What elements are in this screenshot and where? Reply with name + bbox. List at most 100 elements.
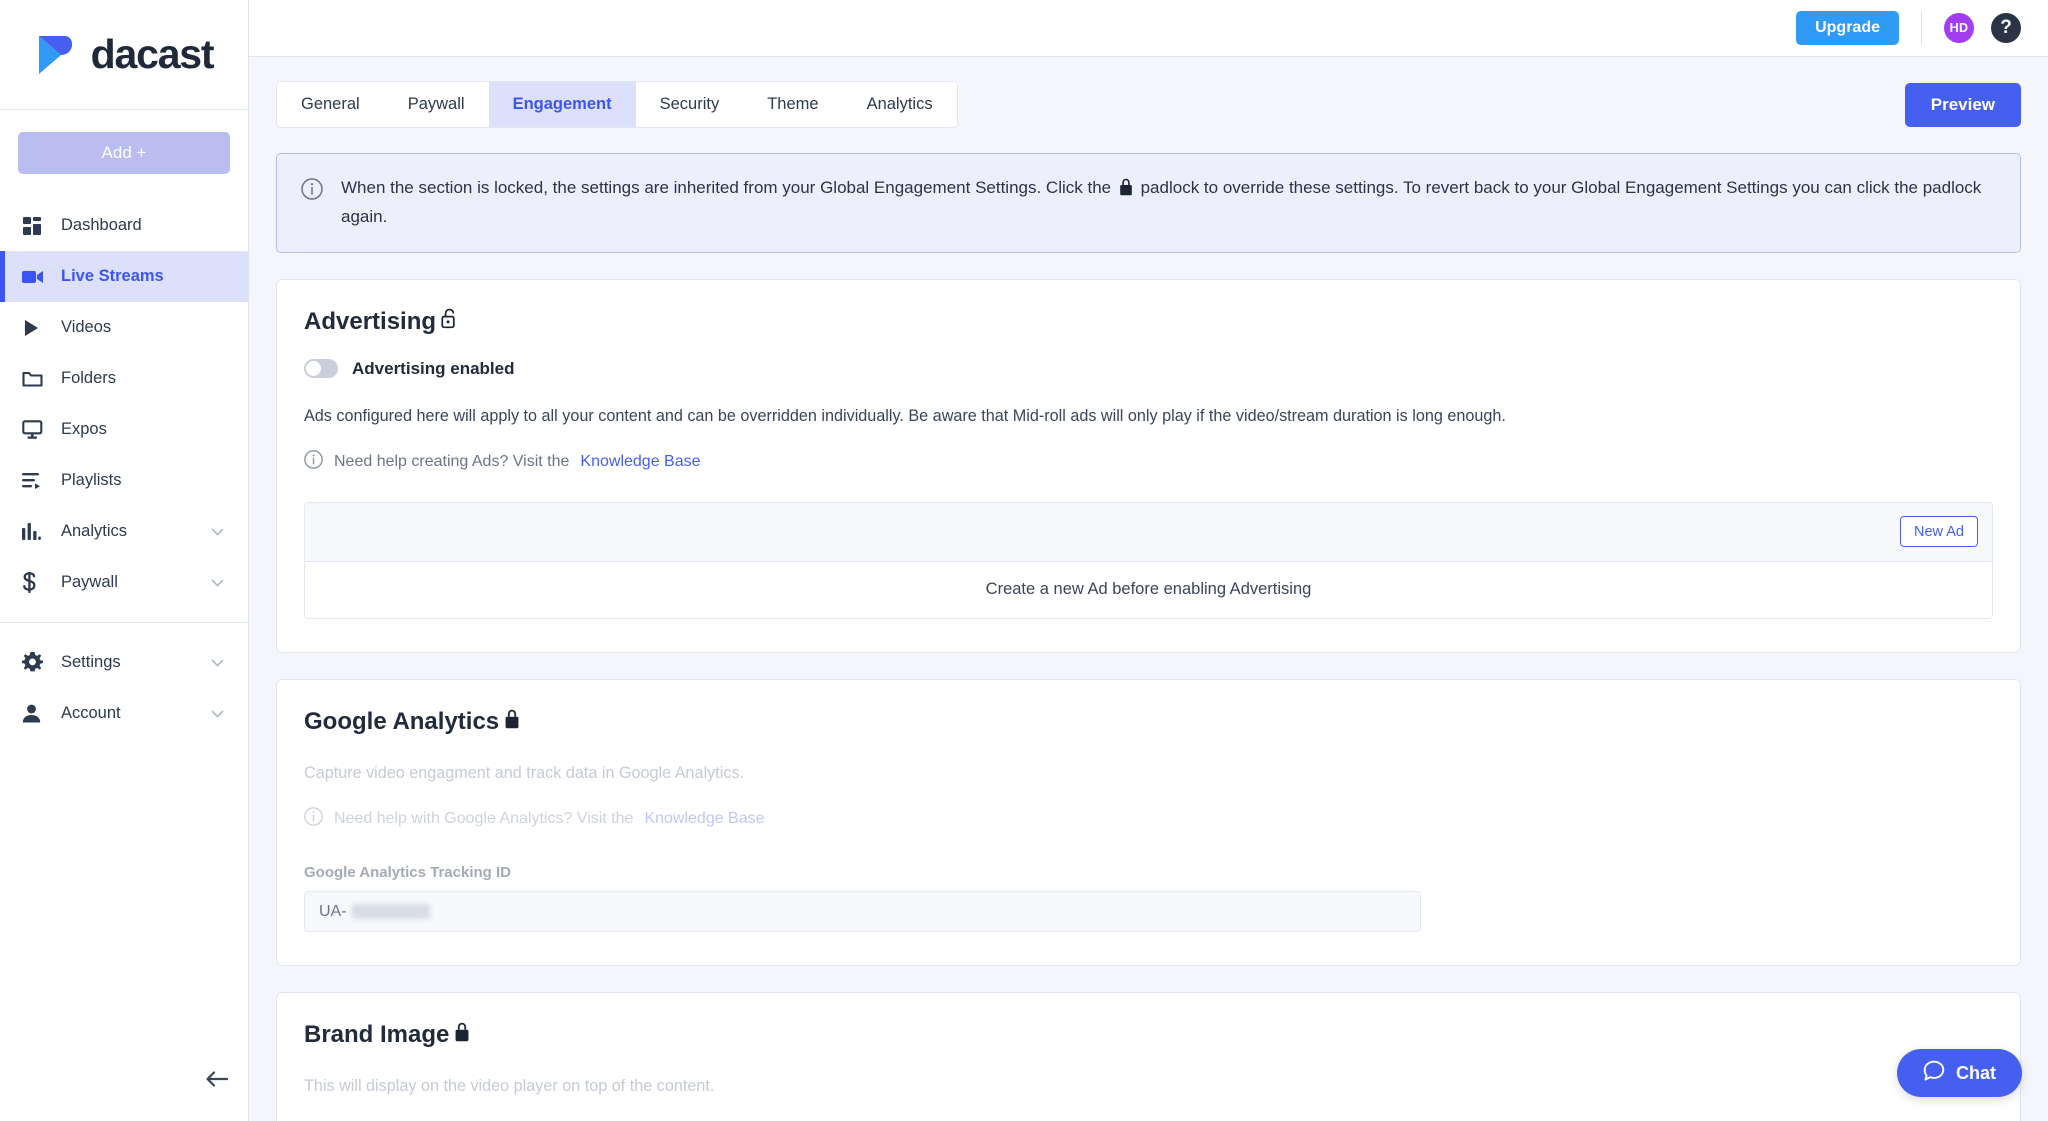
sidebar-item-playlists[interactable]: Playlists (0, 455, 248, 506)
dashboard-grid-icon (22, 215, 52, 237)
help-button[interactable]: ? (1991, 13, 2021, 43)
advertising-description: Ads configured here will apply to all yo… (304, 406, 1506, 425)
content-scroll-area: General Paywall Engagement Security Them… (249, 57, 2048, 1121)
advertising-toggle-row: Advertising enabled (304, 359, 1993, 379)
info-circle-icon (304, 807, 323, 831)
google-analytics-card: Google Analytics Capture video engagment… (276, 678, 2021, 967)
settings-tabs: General Paywall Engagement Security Them… (276, 81, 958, 128)
sidebar-item-expos[interactable]: Expos (0, 404, 248, 455)
folder-icon (22, 368, 52, 390)
chat-bubble-icon (1923, 1060, 1945, 1087)
sidebar-group-primary: Dashboard Live Streams Videos Folders Ex… (0, 200, 248, 608)
padlock-open-icon[interactable] (441, 308, 458, 336)
tab-theme[interactable]: Theme (743, 82, 843, 127)
advertising-help-line: Need help creating Ads? Visit the Knowle… (304, 450, 1993, 474)
advertising-enabled-toggle[interactable] (304, 359, 338, 379)
sidebar-item-videos[interactable]: Videos (0, 302, 248, 353)
sidebar-nav: Dashboard Live Streams Videos Folders Ex… (0, 200, 248, 739)
play-triangle-icon (22, 317, 52, 339)
sidebar-item-settings[interactable]: Settings (0, 637, 248, 688)
tab-row: General Paywall Engagement Security Them… (276, 81, 2021, 128)
question-mark-icon: ? (2000, 17, 2012, 38)
knowledge-base-link[interactable]: Knowledge Base (644, 810, 764, 828)
chevron-down-icon (211, 704, 224, 723)
arrow-left-icon (205, 1070, 229, 1091)
info-circle-icon (304, 450, 323, 474)
sidebar: dacast Add + Dashboard Live Streams Vide… (0, 0, 249, 1121)
tracking-id-redacted-value (351, 904, 430, 920)
tab-paywall[interactable]: Paywall (383, 82, 489, 127)
dacast-logo-icon (38, 35, 72, 74)
tab-engagement[interactable]: Engagement (488, 82, 636, 127)
chevron-down-icon (211, 522, 224, 541)
info-circle-icon (301, 178, 323, 231)
sidebar-item-label: Expos (61, 420, 107, 438)
video-camera-icon (22, 266, 52, 288)
chat-button-label: Chat (1956, 1062, 1996, 1083)
brand-logo[interactable]: dacast (0, 0, 248, 110)
monitor-icon (22, 419, 52, 441)
chevron-down-icon (211, 653, 224, 672)
sidebar-item-label: Dashboard (61, 216, 142, 234)
sidebar-item-analytics[interactable]: Analytics (0, 506, 248, 557)
tab-security[interactable]: Security (635, 82, 744, 127)
sidebar-collapse-button[interactable] (200, 1063, 234, 1097)
tab-general[interactable]: General (277, 82, 384, 127)
brand-name: dacast (90, 31, 215, 77)
sidebar-item-paywall[interactable]: Paywall (0, 557, 248, 608)
card-title-text: Advertising (304, 307, 437, 335)
preview-button[interactable]: Preview (1904, 82, 2021, 127)
sidebar-item-live-streams[interactable]: Live Streams (0, 251, 248, 302)
padlock-closed-icon (1119, 178, 1133, 204)
add-button[interactable]: Add + (18, 132, 230, 174)
card-title-text: Brand Image (304, 1021, 450, 1049)
playlist-icon (22, 470, 52, 492)
sidebar-item-label: Playlists (61, 471, 122, 489)
app-root: dacast Add + Dashboard Live Streams Vide… (0, 0, 2048, 1121)
padlock-closed-icon[interactable] (454, 1021, 470, 1049)
advertising-help-text: Need help creating Ads? Visit the (334, 452, 570, 470)
advertising-toggle-label: Advertising enabled (352, 358, 515, 378)
sidebar-item-label: Folders (61, 369, 117, 387)
avatar[interactable]: HD (1944, 13, 1974, 43)
card-title-text: Google Analytics (304, 707, 500, 735)
advertising-title-row: Advertising (304, 308, 1993, 336)
google-analytics-help-line: Need help with Google Analytics? Visit t… (304, 807, 1993, 831)
advertising-card: Advertising Advertising enabled Ads conf… (276, 278, 2021, 653)
chat-button[interactable]: Chat (1897, 1049, 2022, 1097)
sidebar-item-label: Analytics (61, 522, 128, 540)
brand-image-description: This will display on the video player on… (304, 1077, 715, 1096)
google-analytics-title-row: Google Analytics (304, 708, 1993, 736)
google-analytics-help-text: Need help with Google Analytics? Visit t… (334, 810, 634, 828)
padlock-closed-icon[interactable] (504, 708, 520, 736)
sidebar-item-label: Paywall (61, 573, 118, 591)
locked-section-banner: When the section is locked, the settings… (276, 153, 2021, 253)
bar-chart-icon (22, 521, 52, 543)
sidebar-group-secondary: Settings Account (0, 622, 248, 739)
tracking-id-value-prefix: UA- (319, 902, 347, 920)
person-icon (22, 703, 52, 725)
new-ad-button[interactable]: New Ad (1900, 516, 1978, 548)
knowledge-base-link[interactable]: Knowledge Base (580, 453, 700, 471)
banner-text-before: When the section is locked, the settings… (341, 178, 1112, 197)
google-analytics-description: Capture video engagment and track data i… (304, 763, 745, 782)
brand-image-card: Brand Image This will display on the vid… (276, 992, 2021, 1121)
banner-text: When the section is locked, the settings… (341, 175, 1996, 231)
ads-table: New Ad Create a new Ad before enabling A… (304, 501, 1993, 619)
sidebar-item-label: Videos (61, 318, 112, 336)
top-bar: Upgrade HD ? (249, 0, 2048, 57)
sidebar-item-folders[interactable]: Folders (0, 353, 248, 404)
dollar-sign-icon (22, 572, 52, 594)
brand-image-title-row: Brand Image (304, 1021, 1993, 1049)
sidebar-item-label: Settings (61, 653, 121, 671)
tracking-id-input[interactable]: UA- (304, 891, 1421, 933)
tracking-id-label: Google Analytics Tracking ID (304, 864, 511, 882)
topbar-divider (1921, 11, 1922, 45)
chevron-down-icon (211, 573, 224, 592)
sidebar-item-account[interactable]: Account (0, 688, 248, 739)
sidebar-item-label: Live Streams (61, 267, 164, 285)
sidebar-item-dashboard[interactable]: Dashboard (0, 200, 248, 251)
upgrade-button[interactable]: Upgrade (1796, 11, 1899, 45)
tab-analytics[interactable]: Analytics (842, 82, 957, 127)
ads-table-header: New Ad (305, 502, 1992, 562)
